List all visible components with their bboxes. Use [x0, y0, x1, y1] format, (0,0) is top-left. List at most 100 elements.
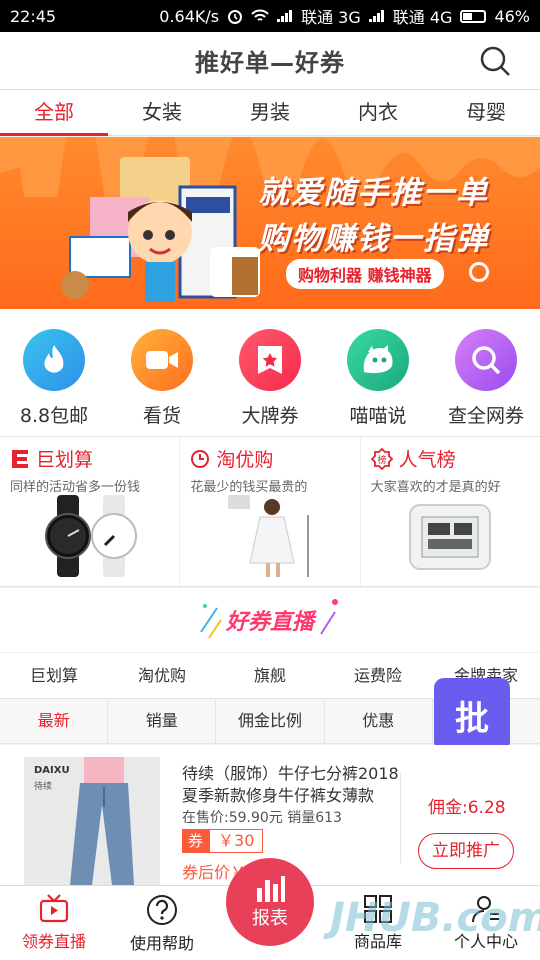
- nav-profile[interactable]: 个人中心: [432, 886, 540, 960]
- watches-image: [44, 495, 137, 577]
- quick-label: 大牌券: [241, 405, 299, 427]
- report-label: 报表: [252, 908, 288, 929]
- search-icon[interactable]: [478, 44, 512, 78]
- sort-sales[interactable]: 销量: [108, 699, 217, 743]
- chart-icon: [257, 876, 285, 902]
- thermometer-device-image: [409, 504, 492, 570]
- promo-title: 淘优购: [190, 445, 349, 472]
- banner-ring-icon: [469, 262, 489, 282]
- tab-underwear[interactable]: 内衣: [324, 90, 432, 135]
- dress-model-image: [227, 495, 309, 577]
- card-divider: [400, 773, 401, 863]
- tab-all[interactable]: 全部: [0, 90, 108, 136]
- quick-item-search-coupons[interactable]: 查全网券: [432, 309, 540, 436]
- report-button[interactable]: 报表: [226, 858, 314, 946]
- status-bar: 22:45 0.64K/s 联通 3G 联通 4G 46%: [0, 0, 540, 32]
- quick-icons-row: 8.8包邮 看货 大牌券 喵喵说 查全网券: [0, 309, 540, 437]
- status-time: 22:45: [10, 6, 57, 26]
- battery-icon: [460, 9, 487, 23]
- live-title: 好券直播: [225, 610, 314, 635]
- status-right: 0.64K/s 联通 3G 联通 4G 46%: [159, 4, 530, 28]
- live-section-header: 好券直播: [0, 588, 540, 652]
- battery-percent: 46%: [494, 6, 530, 26]
- tab-baby[interactable]: 母婴: [432, 90, 540, 135]
- quick-label: 喵喵说: [349, 405, 407, 427]
- product-thumbnail[interactable]: DAIXU 待续: [24, 757, 160, 885]
- product-brand-cn: 待续: [34, 782, 53, 792]
- filter-ju-hua-suan[interactable]: 巨划算: [0, 653, 108, 698]
- page-title: 推好单—好券: [195, 49, 345, 77]
- carrier-1: 联通 3G: [301, 8, 361, 27]
- app-header: 推好单—好券: [0, 32, 540, 90]
- alarm-icon: [228, 10, 243, 24]
- sort-commission-rate[interactable]: 佣金比例: [216, 699, 325, 743]
- nav-label: 商品库: [353, 932, 402, 951]
- promo-title: 巨划算: [10, 445, 169, 472]
- quick-label: 查全网券: [447, 405, 524, 427]
- category-tabs: 全部 女装 男装 内衣 母婴: [0, 90, 540, 136]
- video-camera-icon: [131, 329, 193, 391]
- nav-label: 领券直播: [21, 932, 86, 951]
- filter-shipping-insurance[interactable]: 运费险: [324, 653, 432, 698]
- signal-icon: [277, 10, 293, 22]
- nav-coupon-live[interactable]: 领券直播: [0, 886, 108, 960]
- filter-tao-you-gou[interactable]: 淘优购: [108, 653, 216, 698]
- jeans-model-image: [70, 757, 134, 885]
- banner-line-1: 就爱随手推一单: [258, 175, 489, 211]
- tab-mens[interactable]: 男装: [216, 90, 324, 135]
- promo-title: 榜 人气榜: [370, 445, 530, 472]
- promo-title-text: 人气榜: [398, 449, 456, 471]
- promote-now-button[interactable]: 立即推广: [418, 833, 514, 869]
- quick-label: 看货: [142, 405, 181, 427]
- signal-icon: [368, 10, 384, 22]
- promo-title-text: 巨划算: [36, 449, 94, 471]
- help-circle-icon: [147, 895, 177, 925]
- promo-subtitle: 花最少的钱买最贵的: [190, 480, 308, 495]
- quick-item-cat-talk[interactable]: 喵喵说: [324, 309, 432, 436]
- promo-subtitle: 大家喜欢的才是真的好: [370, 480, 501, 495]
- quick-item-view-goods[interactable]: 看货: [108, 309, 216, 436]
- banner-line-2: 购物赚钱一指弹: [258, 221, 489, 257]
- coupon-label: 券: [182, 829, 210, 853]
- magnify-icon: [455, 329, 517, 391]
- coupon-value: ￥30: [209, 829, 264, 853]
- nav-product-library[interactable]: 商品库: [324, 886, 432, 960]
- quick-item-free-shipping[interactable]: 8.8包邮: [0, 309, 108, 436]
- product-title[interactable]: 待续（服饰）牛仔七分裤2018夏季新款修身牛仔裤女薄款: [182, 763, 402, 807]
- product-brand: DAIXU: [34, 765, 70, 776]
- ju-logo-icon: [12, 449, 28, 468]
- sort-discount[interactable]: 优惠: [325, 699, 433, 743]
- nav-help[interactable]: 使用帮助: [108, 886, 216, 960]
- clock-icon: [191, 449, 210, 468]
- promo-popular-ranking[interactable]: 榜 人气榜 大家喜欢的才是真的好: [361, 437, 540, 586]
- nav-label: 个人中心: [453, 932, 518, 951]
- filter-flagship[interactable]: 旗舰: [216, 653, 324, 698]
- promo-row: 巨划算 同样的活动省多一份钱 淘优购 花最少的钱买最贵的 榜 人气榜 大家喜欢的…: [0, 437, 540, 587]
- nav-label: 使用帮助: [129, 934, 194, 953]
- batch-button[interactable]: 批: [434, 678, 510, 752]
- net-speed: 0.64K/s: [159, 6, 220, 26]
- tab-womens[interactable]: 女装: [108, 90, 216, 135]
- cat-chat-icon: [347, 329, 409, 391]
- promo-subtitle: 同样的活动省多一份钱: [10, 480, 141, 495]
- sort-newest[interactable]: 最新: [0, 699, 109, 743]
- user-icon: [472, 896, 499, 923]
- coupon-tag: 券 ￥30: [182, 829, 264, 853]
- ranking-medal-icon: 榜: [370, 447, 393, 470]
- commission: 佣金:6.28: [428, 798, 506, 818]
- grid-icon: [364, 895, 392, 923]
- carrier-2: 联通 4G: [392, 8, 453, 27]
- tv-icon: [39, 894, 69, 923]
- promo-title-text: 淘优购: [216, 449, 274, 471]
- quick-item-brand-coupon[interactable]: 大牌券: [216, 309, 324, 436]
- star-badge-icon: [239, 329, 301, 391]
- banner-products-illustration: [61, 157, 260, 302]
- quick-label: 8.8包邮: [19, 405, 89, 427]
- banner-pill: 购物利器 赚钱神器: [286, 259, 444, 289]
- promo-banner[interactable]: 就爱随手推一单 购物赚钱一指弹 购物利器 赚钱神器: [0, 137, 540, 309]
- flame-icon: [23, 329, 85, 391]
- product-price-sales: 在售价:59.90元 销量613: [182, 810, 342, 826]
- promo-ju-hua-suan[interactable]: 巨划算 同样的活动省多一份钱: [0, 437, 181, 586]
- promo-tao-you-gou[interactable]: 淘优购 花最少的钱买最贵的: [180, 437, 361, 586]
- wifi-icon: [251, 9, 269, 21]
